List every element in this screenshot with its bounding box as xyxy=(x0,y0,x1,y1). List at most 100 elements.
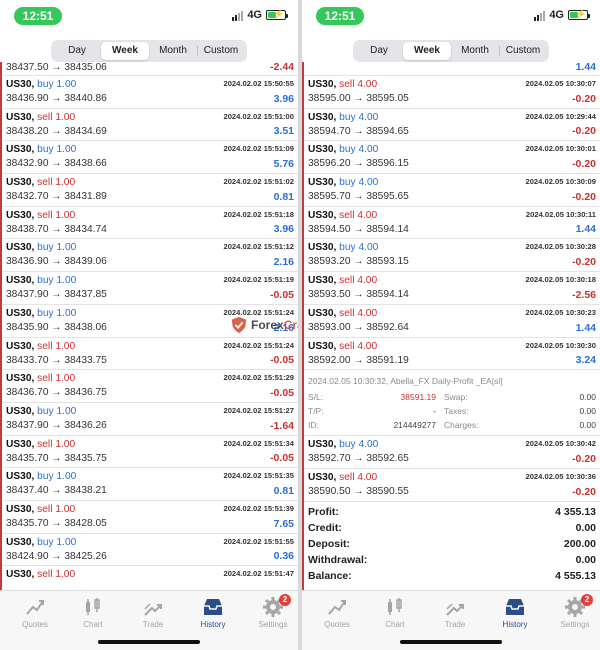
trade-row[interactable]: US30, sell 1.00 2024.02.02 15:51:18 38438.… xyxy=(2,207,298,240)
summary-label: Balance: xyxy=(308,569,352,582)
trade-row[interactable]: US30, sell 1.00 2024.02.02 15:51:29 38436.… xyxy=(2,370,298,403)
trade-side: sell xyxy=(37,111,53,123)
summary-row: Profit: 4 355.13 xyxy=(308,504,596,520)
trade-profit: -0.20 xyxy=(572,158,596,171)
trade-row[interactable]: US30, buy 1.00 2024.02.02 15:50:55 38436.9… xyxy=(2,76,298,109)
trade-row[interactable]: US30, sell 1.00 2024.02.02 15:51:00 38438.… xyxy=(2,109,298,142)
trade-close-time: 2024.02.05 10:30:28 xyxy=(525,242,596,252)
tab-chart[interactable]: Chart xyxy=(365,594,425,629)
trade-lots: 1.00 xyxy=(56,405,77,417)
trade-row[interactable]: US30, buy 1.00 2024.02.02 15:51:55 38424.9… xyxy=(2,534,298,567)
trade-symbol: US30, xyxy=(6,503,35,515)
trade-side: sell xyxy=(37,438,53,450)
trade-row[interactable]: US30, buy 4.00 2024.02.05 10:30:42 38592.7… xyxy=(304,436,600,469)
left-phone-screen: 12:51 4G ⚡ Day Week Month Custom 38437.50 → 384… xyxy=(0,0,298,650)
trade-row[interactable]: US30, buy 1.00 2024.02.02 15:51:19 38437.9… xyxy=(2,272,298,305)
trade-close-time: 2024.02.05 10:30:01 xyxy=(525,144,596,154)
trade-close-time: 2024.02.02 15:51:47 xyxy=(223,569,294,579)
tab-label: History xyxy=(502,620,528,629)
trade-symbol: US30, xyxy=(308,340,337,352)
history-icon xyxy=(485,594,545,620)
period-week-tab[interactable]: Week xyxy=(403,42,451,60)
tab-chart[interactable]: Chart xyxy=(63,594,123,629)
trade-lots: 4.00 xyxy=(357,209,378,221)
status-time: 12:51 xyxy=(14,7,62,25)
home-indicator xyxy=(98,640,200,644)
period-day-tab[interactable]: Day xyxy=(53,42,101,60)
tab-history[interactable]: History xyxy=(183,594,243,629)
detail-swap: Swap: 0.00 xyxy=(444,390,596,404)
tab-quotes[interactable]: Quotes xyxy=(307,594,367,629)
summary-label: Deposit: xyxy=(308,537,350,550)
detail-value: - xyxy=(433,406,436,417)
tab-settings[interactable]: 2 Settings xyxy=(243,594,298,629)
trade-side: sell xyxy=(37,503,53,515)
trade-row[interactable]: US30, buy 4.00 2024.02.05 10:30:09 38595.7… xyxy=(304,174,600,207)
trade-close-time: 2024.02.02 15:50:55 xyxy=(223,79,294,88)
trade-lots: 4.00 xyxy=(357,275,378,287)
trade-icon xyxy=(425,594,485,620)
trade-row[interactable]: US30, buy 4.00 2024.02.05 10:30:01 38596.2… xyxy=(304,141,600,175)
trade-profit: 0.81 xyxy=(273,190,294,203)
trade-row[interactable]: US30, sell 4.00 2024.02.05 10:30:23 38593.… xyxy=(304,305,600,338)
trade-lots: 1.00 xyxy=(56,471,77,483)
trade-symbol: US30, xyxy=(6,536,35,548)
trade-row[interactable]: US30, sell 1.00 2024.02.02 15:51:34 38435.… xyxy=(2,436,298,469)
trade-side: sell xyxy=(339,275,355,287)
trade-side: sell xyxy=(37,569,53,581)
trade-row[interactable]: US30, sell 1.00 2024.02.02 15:51:39 38435.… xyxy=(2,501,298,534)
period-custom-tab[interactable]: Custom xyxy=(197,42,245,60)
trade-profit: 1.44 xyxy=(575,62,596,73)
period-month-tab[interactable]: Month xyxy=(149,42,197,60)
trade-symbol: US30, xyxy=(6,79,35,90)
trade-prices: 38594.70 → 38594.65 xyxy=(308,125,409,137)
trade-profit: -0.05 xyxy=(270,288,294,301)
trade-row[interactable]: US30, buy 1.00 2024.02.02 15:51:27 38437.9… xyxy=(2,403,298,436)
trade-close-time: 2024.02.02 15:51:24 xyxy=(223,340,294,350)
detail-row: ID: 214449277 Charges: 0.00 xyxy=(308,418,596,432)
period-week-tab[interactable]: Week xyxy=(101,42,149,60)
trade-row[interactable]: US30, sell 1.00 2024.02.02 15:51:47 xyxy=(2,566,298,590)
trade-side: buy xyxy=(339,177,356,189)
trade-row[interactable]: US30, buy 1.00 2024.02.02 15:51:09 38432.9… xyxy=(2,141,298,175)
trade-details: 2024.02.05 10:30:32, Abella_FX Daily-Pro… xyxy=(304,370,600,437)
tab-trade[interactable]: Trade xyxy=(123,594,183,629)
trade-row[interactable]: US30, buy 4.00 2024.02.05 10:30:28 38593.2… xyxy=(304,239,600,273)
trade-close-time: 2024.02.02 15:51:24 xyxy=(223,307,294,317)
trade-row[interactable]: US30, buy 1.00 2024.02.02 15:51:35 38437.4… xyxy=(2,468,298,501)
trade-row[interactable]: US30, sell 4.00 2024.02.05 10:30:36 38590.… xyxy=(304,469,600,502)
trade-prices: 38438.70 → 38434.74 xyxy=(6,223,107,235)
summary-value: 0.00 xyxy=(575,521,596,534)
home-indicator xyxy=(400,640,502,644)
tab-trade[interactable]: Trade xyxy=(425,594,485,629)
summary-label: Credit: xyxy=(308,521,342,534)
trade-lots: 4.00 xyxy=(358,242,379,254)
trade-symbol: US30, xyxy=(308,177,337,189)
tab-label: Chart xyxy=(83,620,103,629)
trade-row[interactable]: US30, sell 1.00 2024.02.02 15:51:02 38432.… xyxy=(2,174,298,207)
tab-history[interactable]: History xyxy=(485,594,545,629)
period-day-tab[interactable]: Day xyxy=(355,42,403,60)
trade-profit: -0.20 xyxy=(572,125,596,138)
trade-row[interactable]: US30, buy 1.00 2024.02.02 15:51:12 38436.9… xyxy=(2,239,298,273)
trade-symbol: US30, xyxy=(6,438,35,450)
trade-lots: 4.00 xyxy=(357,79,378,90)
trade-row[interactable]: US30, sell 4.00 2024.02.05 10:30:30 38592.… xyxy=(304,338,600,371)
trade-row[interactable]: US30, sell 4.00 2024.02.05 10:30:18 38593.… xyxy=(304,272,600,305)
trade-row[interactable]: US30, buy 4.00 2024.02.05 10:29:44 38594.7… xyxy=(304,109,600,142)
tab-label: Settings xyxy=(258,620,288,629)
tab-quotes[interactable]: Quotes xyxy=(5,594,65,629)
period-month-tab[interactable]: Month xyxy=(451,42,499,60)
trade-side: buy xyxy=(37,79,54,90)
trade-row[interactable]: US30, sell 4.00 2024.02.05 10:30:11 38594.… xyxy=(304,207,600,240)
trade-symbol: US30, xyxy=(6,471,35,483)
trade-close-time: 2024.02.05 10:29:44 xyxy=(525,111,596,121)
trade-symbol: US30, xyxy=(6,177,35,189)
period-custom-tab[interactable]: Custom xyxy=(499,42,547,60)
trade-row[interactable]: US30, buy 1.00 2024.02.02 15:51:24 38435.9… xyxy=(2,305,298,338)
trade-history-list: 1.44 US30, sell 4.00 2024.02.05 10:30:07 38… xyxy=(302,62,600,590)
period-selector: Day Week Month Custom xyxy=(302,32,600,66)
trade-row[interactable]: US30, sell 1.00 2024.02.02 15:51:24 38433.… xyxy=(2,338,298,371)
trade-row[interactable]: US30, sell 4.00 2024.02.05 10:30:07 38595.… xyxy=(304,76,600,109)
tab-settings[interactable]: 2 Settings xyxy=(545,594,600,629)
